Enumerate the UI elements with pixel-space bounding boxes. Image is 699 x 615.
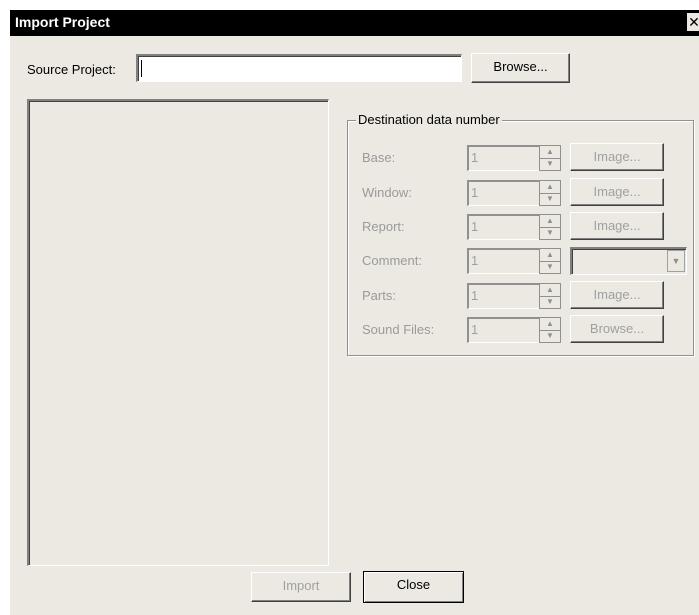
sound-files-number-field[interactable]: 1 (467, 317, 539, 343)
comment-select[interactable]: ▼ (570, 247, 687, 275)
base-spin-buttons[interactable]: ▲ ▼ (539, 145, 561, 171)
window-label: Window: (362, 185, 412, 200)
comment-number-field[interactable]: 1 (467, 248, 539, 274)
window-image-button[interactable]: Image... (570, 178, 664, 206)
window-number-stepper[interactable]: 1 ▲ ▼ (467, 180, 561, 206)
base-label: Base: (362, 150, 396, 165)
base-number-stepper[interactable]: 1 ▲ ▼ (467, 145, 561, 171)
parts-number-stepper[interactable]: 1 ▲ ▼ (467, 283, 561, 309)
chevron-down-icon[interactable]: ▼ (667, 250, 685, 272)
report-spin-buttons[interactable]: ▲ ▼ (539, 214, 561, 240)
base-number-field[interactable]: 1 (467, 145, 539, 171)
browse-source-button[interactable]: Browse... (471, 53, 570, 83)
close-icon[interactable]: ✕ (687, 13, 699, 31)
report-number-field[interactable]: 1 (467, 214, 539, 240)
parts-number-field[interactable]: 1 (467, 283, 539, 309)
comment-number-stepper[interactable]: 1 ▲ ▼ (467, 248, 561, 274)
source-project-input[interactable] (136, 54, 462, 82)
destination-group-label: Destination data number (356, 112, 502, 127)
window-number-field[interactable]: 1 (467, 180, 539, 206)
base-image-button[interactable]: Image... (570, 143, 664, 171)
report-label: Report: (362, 219, 405, 234)
source-project-label: Source Project: (27, 62, 116, 77)
close-button[interactable]: Close (363, 571, 464, 603)
comment-label: Comment: (362, 253, 422, 268)
spin-down-icon[interactable]: ▼ (540, 193, 560, 205)
sound-files-browse-button[interactable]: Browse... (570, 315, 664, 343)
spin-down-icon[interactable]: ▼ (540, 330, 560, 342)
spin-down-icon[interactable]: ▼ (540, 296, 560, 308)
import-project-dialog: Import Project ✕ Source Project: Browse.… (10, 10, 699, 615)
import-button[interactable]: Import (251, 572, 351, 602)
text-cursor (141, 60, 142, 77)
sound-files-number-stepper[interactable]: 1 ▲ ▼ (467, 317, 561, 343)
title-bar: Import Project ✕ (10, 10, 699, 36)
project-tree-panel[interactable] (27, 99, 329, 566)
window-spin-buttons[interactable]: ▲ ▼ (539, 180, 561, 206)
spin-down-icon[interactable]: ▼ (540, 227, 560, 239)
sound-files-spin-buttons[interactable]: ▲ ▼ (539, 317, 561, 343)
spin-down-icon[interactable]: ▼ (540, 261, 560, 273)
parts-spin-buttons[interactable]: ▲ ▼ (539, 283, 561, 309)
report-image-button[interactable]: Image... (570, 212, 664, 240)
parts-image-button[interactable]: Image... (570, 281, 664, 309)
comment-spin-buttons[interactable]: ▲ ▼ (539, 248, 561, 274)
report-number-stepper[interactable]: 1 ▲ ▼ (467, 214, 561, 240)
parts-label: Parts: (362, 288, 396, 303)
window-title: Import Project (15, 14, 110, 30)
spin-down-icon[interactable]: ▼ (540, 158, 560, 170)
sound-files-label: Sound Files: (362, 322, 435, 337)
